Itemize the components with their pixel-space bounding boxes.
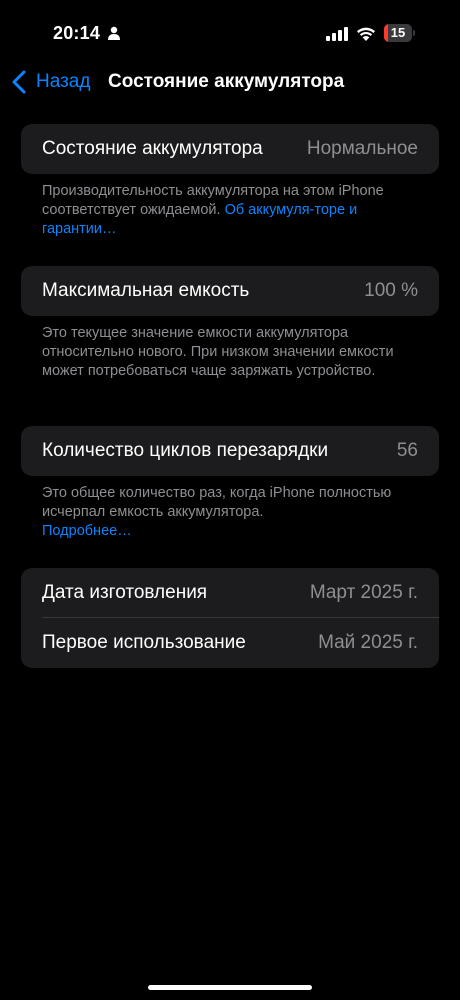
person-icon xyxy=(108,26,120,40)
navigation-bar: Назад Состояние аккумулятора xyxy=(0,60,460,104)
first-use-row: Первое использование Май 2025 г. xyxy=(21,618,439,668)
max-capacity-footnote: Это текущее значение емкости аккумулятор… xyxy=(42,324,412,381)
manufacture-date-value: Март 2025 г. xyxy=(309,582,418,603)
cycle-count-row: Количество циклов перезарядки 56 xyxy=(21,426,439,476)
manufacture-date-row: Дата изготовления Март 2025 г. xyxy=(21,568,439,618)
status-bar: 20:14 15 xyxy=(0,0,460,60)
max-capacity-group: Максимальная емкость 100 % xyxy=(21,266,439,316)
cycle-count-note: Это общее количество раз, когда iPhone п… xyxy=(42,485,392,520)
battery-health-value: Нормальное xyxy=(306,138,418,159)
signal-icon xyxy=(326,27,348,41)
home-indicator[interactable] xyxy=(148,985,312,990)
wifi-icon xyxy=(357,27,375,41)
back-label: Назад xyxy=(36,71,91,92)
cycle-count-group: Количество циклов перезарядки 56 xyxy=(21,426,439,476)
battery-health-footnote: Производительность аккумулятора на этом … xyxy=(42,182,412,239)
battery-health-group: Состояние аккумулятора Нормальное xyxy=(21,124,439,174)
status-time: 20:14 xyxy=(53,23,101,43)
cycle-count-value: 56 xyxy=(396,440,418,461)
learn-more-link[interactable]: Подробнее… xyxy=(42,523,132,539)
max-capacity-row: Максимальная емкость 100 % xyxy=(21,266,439,316)
first-use-value: Май 2025 г. xyxy=(318,632,418,653)
max-capacity-note: Это текущее значение емкости аккумулятор… xyxy=(42,325,394,379)
battery-level: 15 xyxy=(390,25,406,40)
first-use-label: Первое использование xyxy=(42,632,246,653)
battery-health-label: Состояние аккумулятора xyxy=(42,138,263,159)
battery-icon: 15 xyxy=(384,24,416,44)
back-button[interactable]: Назад xyxy=(12,68,90,96)
chevron-left-icon xyxy=(12,70,26,94)
max-capacity-value: 100 % xyxy=(364,280,418,301)
page-title: Состояние аккумулятора xyxy=(108,71,345,92)
dates-group: Дата изготовления Март 2025 г. Первое ис… xyxy=(21,568,439,668)
max-capacity-label: Максимальная емкость xyxy=(42,280,250,301)
cycle-count-footnote: Это общее количество раз, когда iPhone п… xyxy=(42,484,412,541)
manufacture-date-label: Дата изготовления xyxy=(42,582,208,603)
battery-health-row: Состояние аккумулятора Нормальное xyxy=(21,124,439,174)
cycle-count-label: Количество циклов перезарядки xyxy=(42,440,329,461)
